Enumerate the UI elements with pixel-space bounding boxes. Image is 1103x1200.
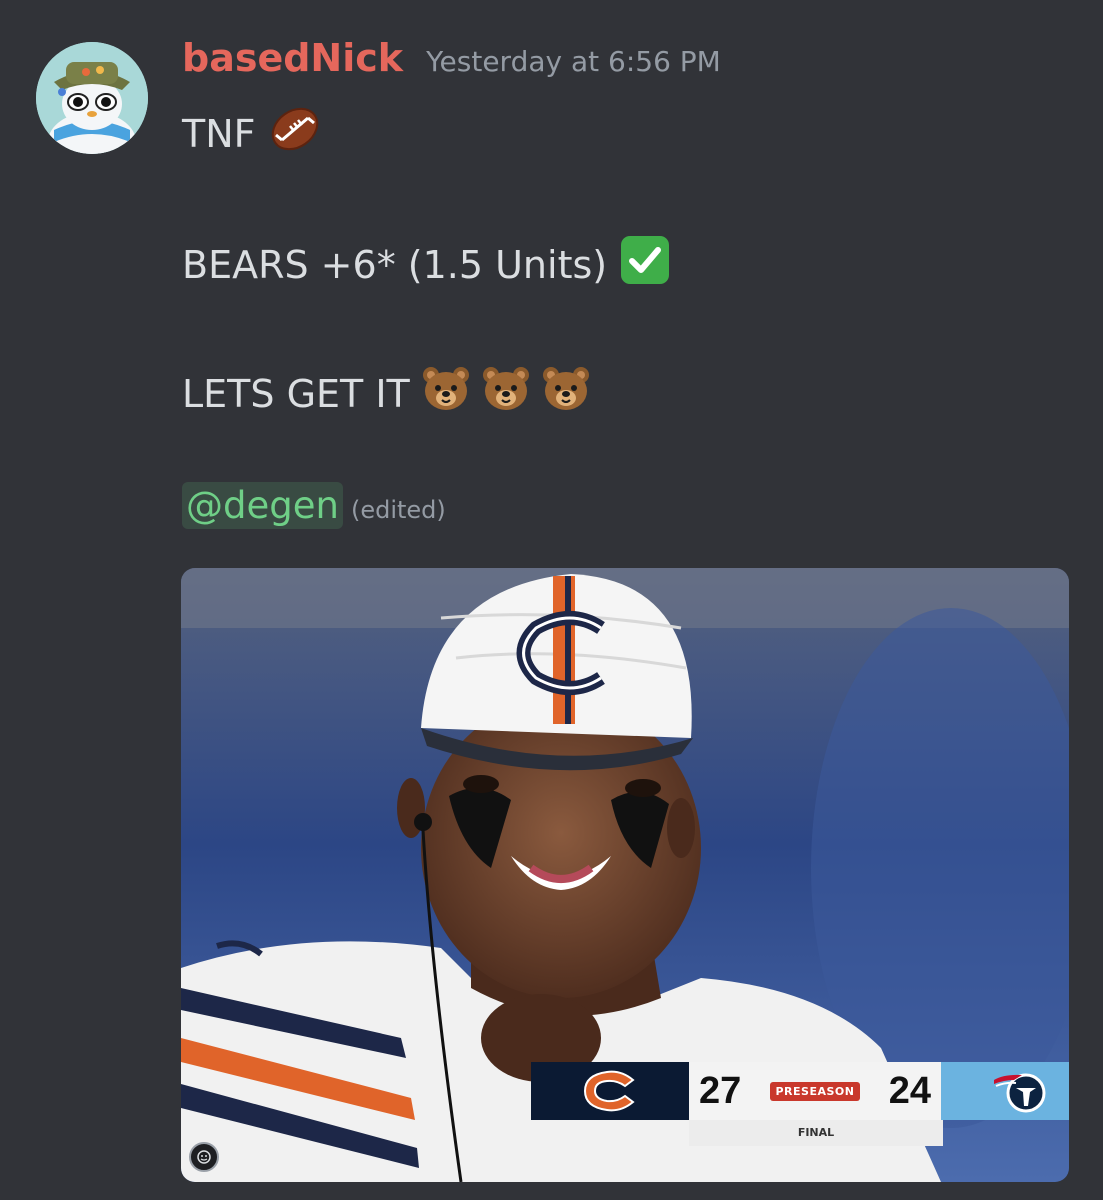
message-text-bet: BEARS +6* (1.5 Units) xyxy=(182,242,608,287)
username[interactable]: basedNick xyxy=(182,36,403,80)
edited-label: (edited) xyxy=(350,495,446,524)
message-line-1: TNF xyxy=(182,104,322,163)
message-line-2: BEARS +6* (1.5 Units) xyxy=(182,234,671,295)
score-panel: 27 PRESEASON 24 xyxy=(689,1062,941,1120)
chat-message: basedNick Yesterday at 6:56 PM TNF BEARS… xyxy=(0,0,1103,1200)
penguin-avatar-icon xyxy=(36,42,148,154)
bear-emoji-icon xyxy=(422,366,470,421)
bear-emoji-icon xyxy=(542,366,590,421)
football-emoji-icon xyxy=(268,104,322,163)
preseason-badge: PRESEASON xyxy=(769,1081,861,1101)
message-text-hype: LETS GET IT xyxy=(182,371,410,416)
game-status: FINAL xyxy=(689,1120,943,1146)
check-mark-emoji-icon xyxy=(619,234,671,295)
role-mention[interactable]: @degen xyxy=(182,482,343,529)
message-text-tnf: TNF xyxy=(182,111,256,156)
titans-logo-icon xyxy=(941,1062,1069,1120)
message-header: basedNick Yesterday at 6:56 PM xyxy=(182,36,721,88)
message-timestamp: Yesterday at 6:56 PM xyxy=(426,45,721,78)
away-score: 24 xyxy=(888,1069,931,1112)
home-score: 27 xyxy=(699,1069,742,1112)
image-embed[interactable]: 27 PRESEASON 24 FINAL xyxy=(181,568,1069,1182)
scorebug: 27 PRESEASON 24 xyxy=(531,1062,1069,1120)
mention-row: @degen (edited) xyxy=(182,482,446,529)
message-line-3: LETS GET IT xyxy=(182,366,590,421)
user-avatar[interactable] xyxy=(36,42,148,154)
bear-emoji-icon xyxy=(482,366,530,421)
gif-indicator-icon[interactable] xyxy=(189,1142,219,1172)
bears-logo-icon xyxy=(531,1062,689,1120)
